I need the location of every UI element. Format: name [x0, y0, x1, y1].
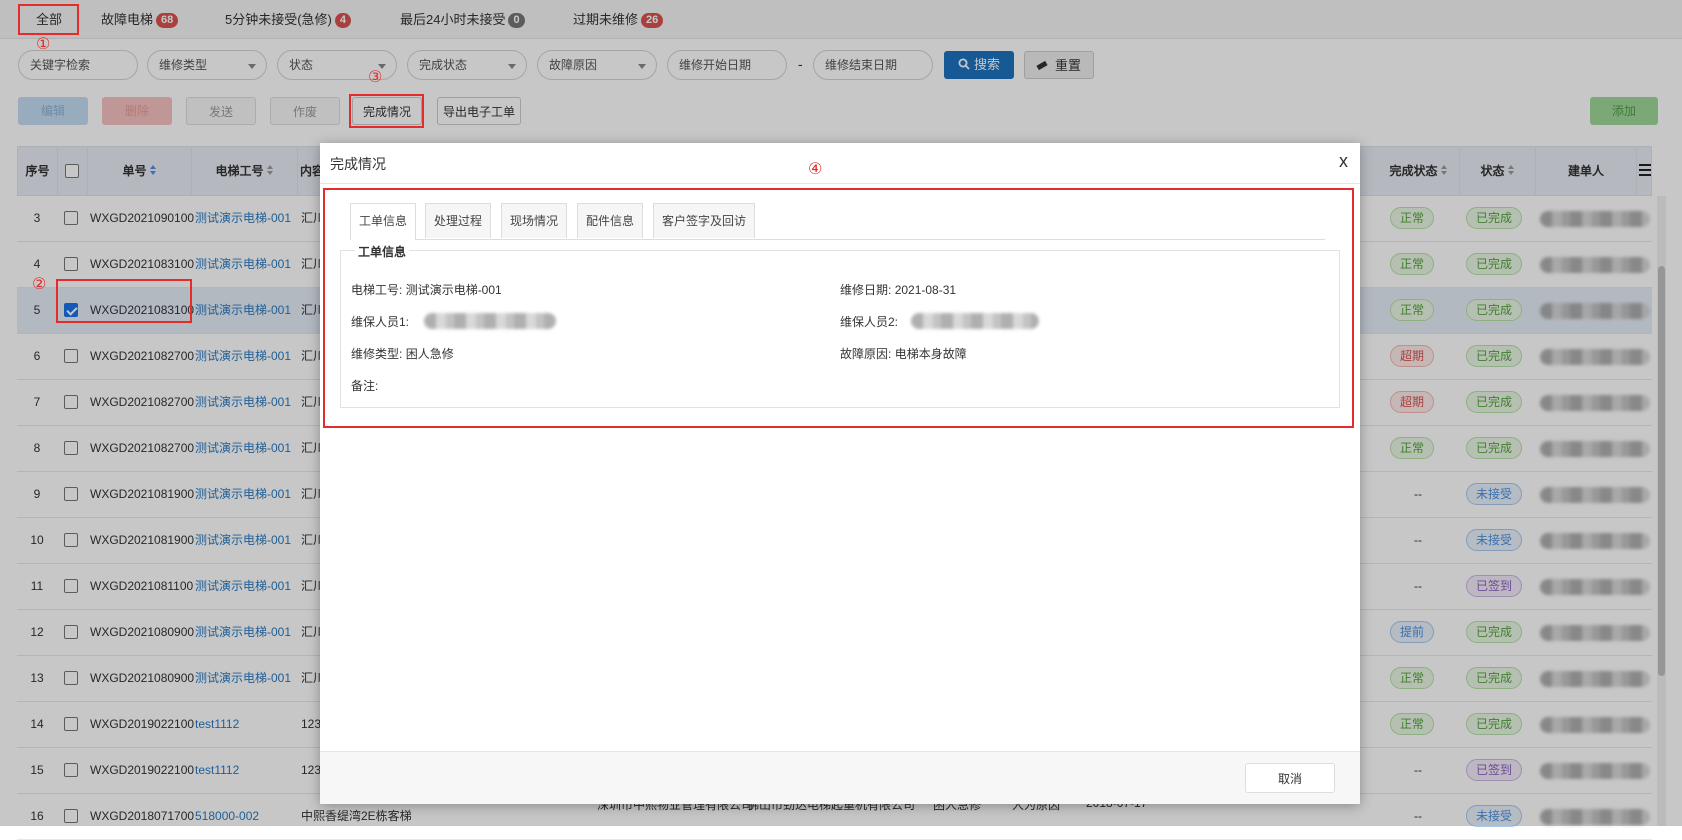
- dialog-tab-bar: 工单信息 处理过程 现场情况 配件信息 客户签字及回访: [350, 203, 1325, 240]
- section-title: 工单信息: [355, 243, 410, 260]
- tab-label: 配件信息: [585, 214, 634, 228]
- elevator-no-field: 电梯工号: 测试演示电梯-001: [351, 281, 502, 298]
- tab-parts-info[interactable]: 配件信息: [577, 203, 643, 238]
- tab-label: 客户签字及回访: [661, 214, 746, 228]
- field-label: 维修类型:: [351, 347, 403, 361]
- fault-reason-field: 故障原因: 电梯本身故障: [840, 345, 967, 362]
- field-label: 维保人员2:: [840, 315, 899, 329]
- repair-date-field: 维修日期: 2021-08-31: [840, 281, 956, 298]
- tab-customer-signature[interactable]: 客户签字及回访: [653, 203, 755, 238]
- work-order-info-section: 工单信息 电梯工号: 测试演示电梯-001 维修日期: 2021-08-31 维…: [340, 243, 1340, 408]
- annotation-4: ④: [808, 161, 823, 178]
- annotation-box-completion-button: [349, 94, 424, 128]
- tab-site-condition[interactable]: 现场情况: [501, 203, 567, 238]
- staff2-redacted: [911, 313, 1039, 329]
- field-label: 备注:: [351, 379, 379, 393]
- annotation-box-tab-all: [18, 4, 79, 35]
- field-value: 电梯本身故障: [894, 347, 967, 361]
- tab-work-order-info[interactable]: 工单信息: [350, 203, 416, 240]
- note-field: 备注:: [351, 377, 378, 394]
- field-label: 故障原因:: [840, 347, 892, 361]
- field-label: 电梯工号:: [351, 283, 403, 297]
- annotation-2: ②: [32, 276, 47, 293]
- tab-label: 工单信息: [358, 214, 407, 228]
- close-icon[interactable]: x: [1339, 151, 1348, 172]
- tab-label: 处理过程: [433, 214, 482, 228]
- completion-dialog: 完成情况 x ④ 工单信息 处理过程 现场情况 配件信息 客户签字及回访 工单信…: [320, 143, 1360, 804]
- field-value: 困人急修: [405, 347, 454, 361]
- field-label: 维保人员1:: [351, 315, 410, 329]
- dialog-footer: 取消: [320, 751, 1360, 804]
- field-value: 2021-08-31: [894, 283, 957, 297]
- cancel-label: 取消: [1277, 772, 1302, 786]
- repair-type-field: 维修类型: 困人急修: [351, 345, 454, 362]
- annotation-1: ①: [36, 36, 51, 53]
- staff1-redacted: [424, 313, 556, 329]
- cancel-button[interactable]: 取消: [1245, 763, 1335, 793]
- tab-label: 现场情况: [509, 214, 558, 228]
- annotation-box-selected-row: [56, 279, 192, 323]
- field-label: 维修日期:: [840, 283, 892, 297]
- dialog-header: 完成情况 x: [320, 143, 1360, 184]
- field-value: 测试演示电梯-001: [405, 283, 502, 297]
- staff1-field: 维保人员1:: [351, 313, 409, 330]
- tab-process[interactable]: 处理过程: [425, 203, 491, 238]
- staff2-field: 维保人员2:: [840, 313, 898, 330]
- dialog-title: 完成情况: [330, 156, 386, 172]
- annotation-3: ③: [368, 69, 383, 86]
